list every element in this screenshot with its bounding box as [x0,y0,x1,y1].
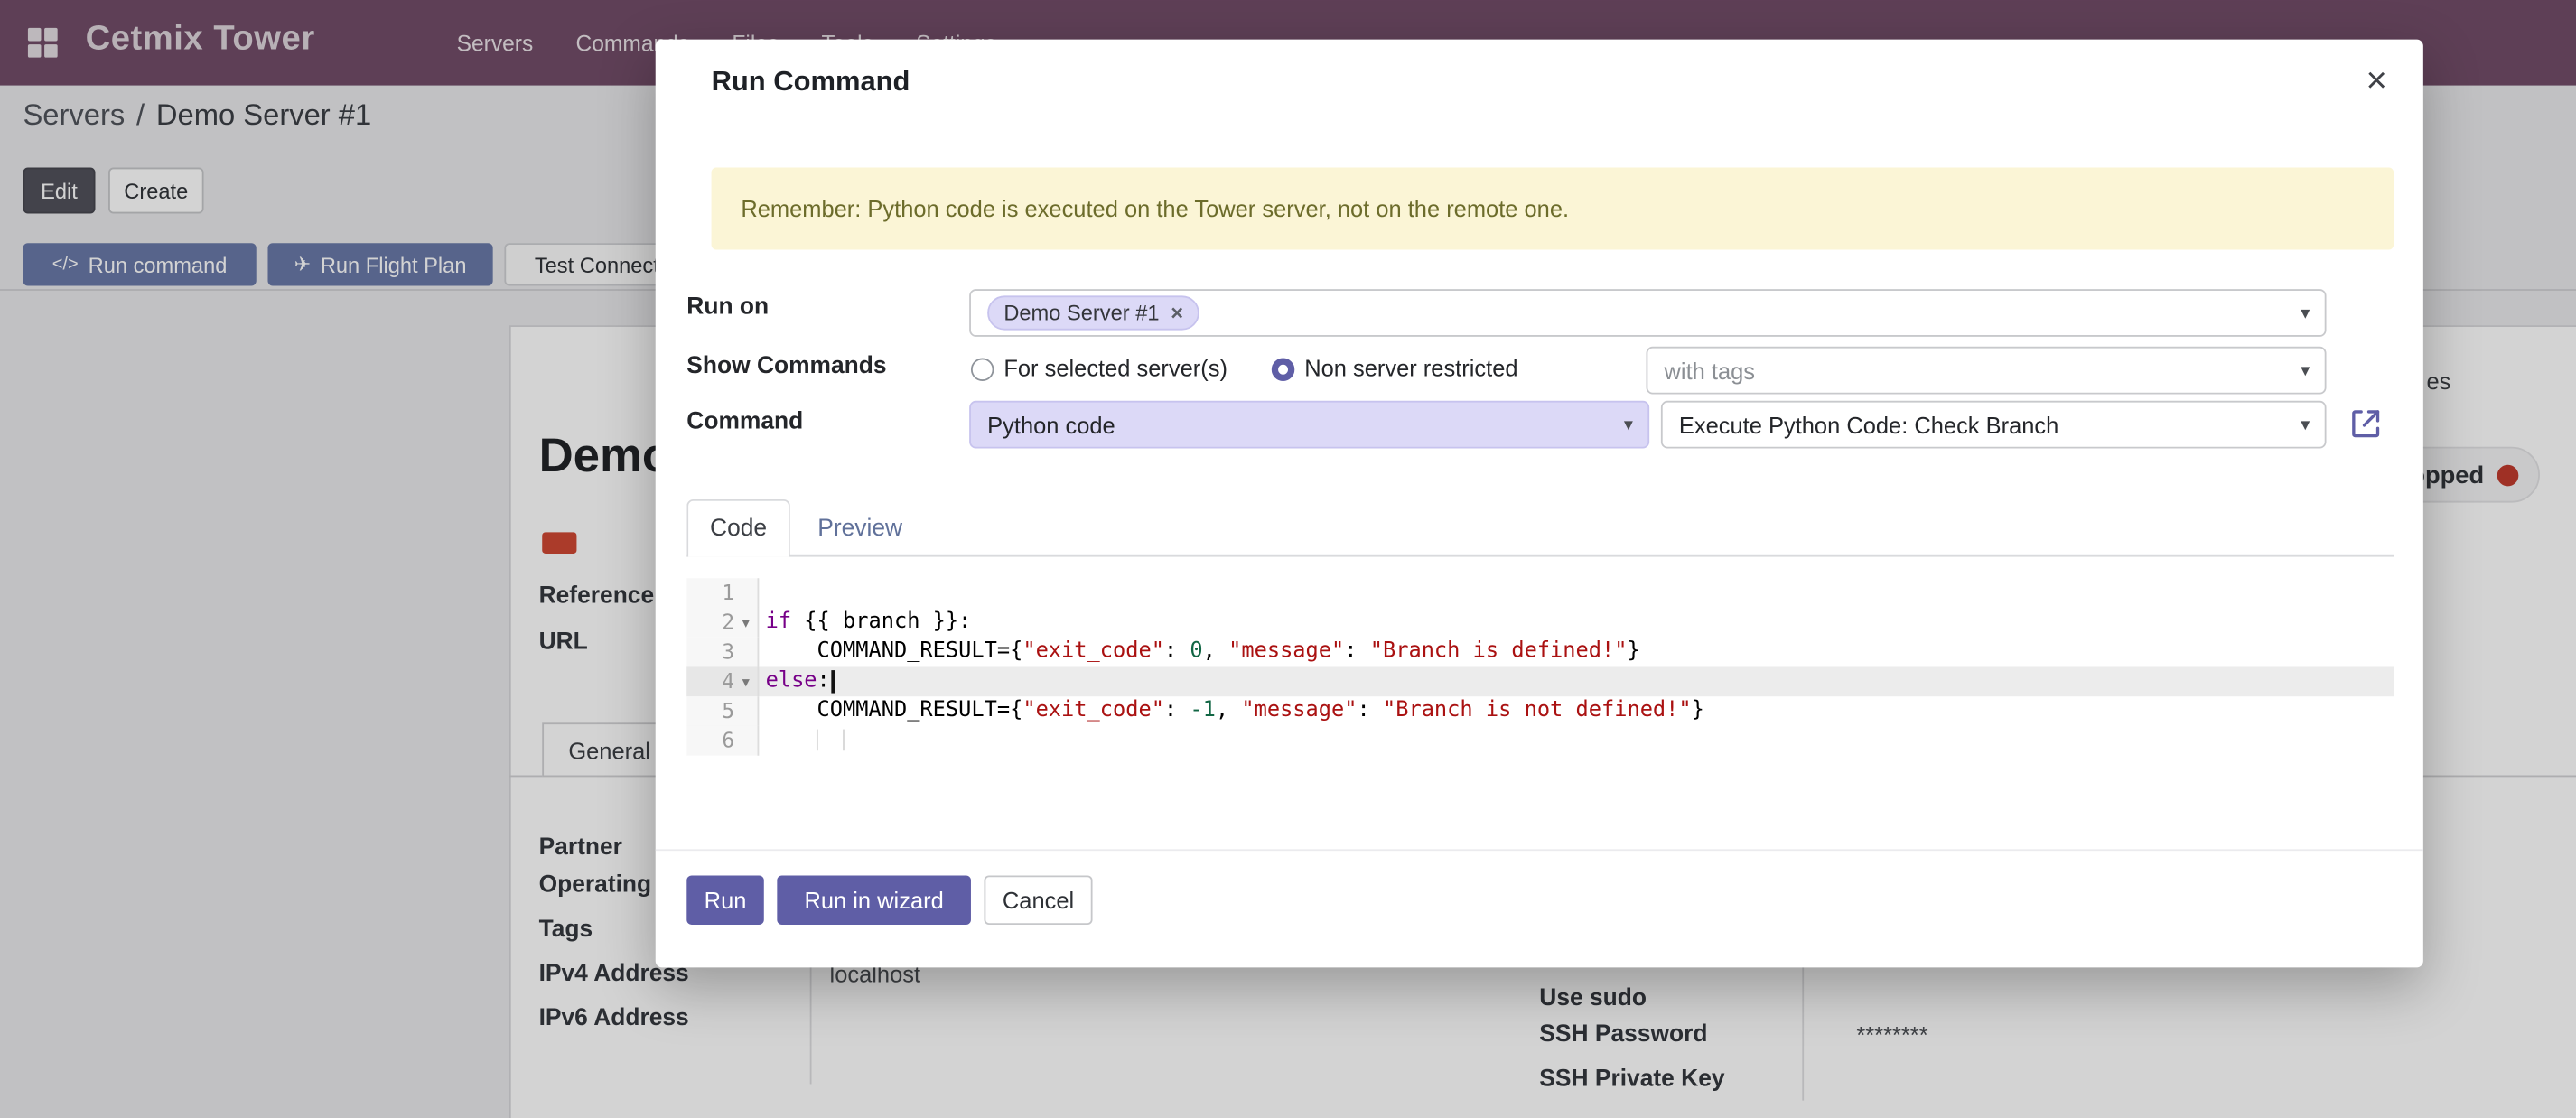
command-value: Execute Python Code: Check Branch [1679,412,2058,438]
text-cursor [832,669,835,692]
radio-for-selected-servers-label[interactable]: For selected server(s) [1003,355,1227,381]
radio-non-server-restricted-label[interactable]: Non server restricted [1304,355,1517,381]
code-line[interactable]: 1 [686,578,2394,608]
cancel-button[interactable]: Cancel [985,875,1093,925]
tab-preview[interactable]: Preview [798,499,921,557]
warning-alert-text: Remember: Python code is executed on the… [741,195,1569,221]
indent-guide [817,730,819,751]
code-line[interactable]: 6 [686,726,2394,756]
with-tags-placeholder: with tags [1665,358,1755,384]
code-line[interactable]: 5 COMMAND_RESULT={"exit_code": -1, "mess… [686,696,2394,726]
server-tag: Demo Server #1 × [987,295,1199,330]
tab-preview-label: Preview [817,515,902,541]
external-link-icon[interactable] [2347,405,2384,442]
command-select[interactable]: Execute Python Code: Check Branch ▾ [1661,401,2327,449]
run-on-select[interactable]: Demo Server #1 × ▾ [969,289,2326,337]
line-number-gutter: 1 [686,578,759,608]
code-line[interactable]: 4▾else: [686,666,2394,696]
code-line[interactable]: 3 COMMAND_RESULT={"exit_code": 0, "messa… [686,638,2394,667]
tab-bar-border [686,555,2394,557]
run-button[interactable]: Run [686,875,763,925]
run-command-modal: Run Command × Remember: Python code is e… [656,40,2423,968]
tab-code[interactable]: Code [686,499,790,557]
code-editor[interactable]: 12▾if {{ branch }}:3 COMMAND_RESULT={"ex… [686,578,2394,755]
chevron-down-icon: ▾ [2301,302,2310,323]
chevron-down-icon: ▾ [2301,413,2310,434]
line-number-gutter: 3 [686,638,759,667]
indent-guide [843,730,845,751]
chevron-down-icon: ▾ [1624,413,1633,434]
radio-non-server-restricted[interactable] [1272,359,1294,381]
command-type-select[interactable]: Python code ▾ [969,401,1649,449]
warning-alert: Remember: Python code is executed on the… [712,168,2394,250]
line-number-gutter: 6 [686,726,759,756]
chevron-down-icon: ▾ [2301,359,2310,380]
modal-footer-border [656,849,2423,851]
show-commands-label: Show Commands [686,353,886,379]
command-label: Command [686,409,803,435]
server-tag-label: Demo Server #1 [1003,301,1159,325]
fold-arrow-icon[interactable]: ▾ [734,608,757,638]
line-number-gutter: 4▾ [686,666,759,696]
tab-code-label: Code [710,516,767,542]
code-line[interactable]: 2▾if {{ branch }}: [686,608,2394,638]
fold-arrow-icon[interactable]: ▾ [734,666,757,696]
line-number-gutter: 2▾ [686,608,759,638]
command-type-value: Python code [987,412,1115,438]
line-number-gutter: 5 [686,696,759,726]
radio-for-selected-servers[interactable] [971,359,994,381]
modal-title: Run Command [712,66,910,98]
run-in-wizard-button[interactable]: Run in wizard [777,875,971,925]
with-tags-select[interactable]: with tags ▾ [1647,347,2327,395]
run-on-label: Run on [686,294,769,321]
close-icon[interactable]: × [2359,56,2394,106]
tag-remove-icon[interactable]: × [1171,303,1183,324]
